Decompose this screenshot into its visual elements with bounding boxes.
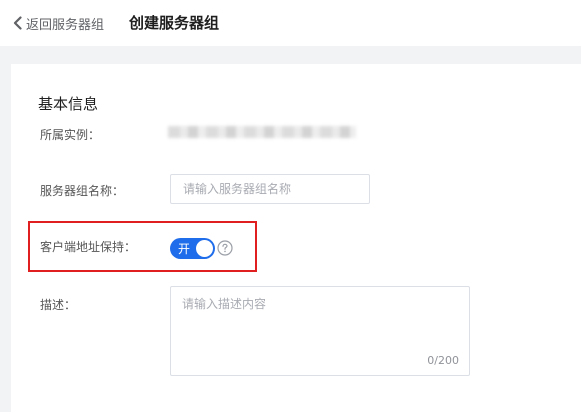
server-group-name-input[interactable] [170,174,370,204]
instance-label: 所属实例： [40,128,101,142]
section-title: 基本信息 [38,95,99,113]
top-bar: 返回服务器组 创建服务器组 [0,0,581,46]
switch-on-text: 开 [178,242,191,256]
back-link-label: 返回服务器组 [26,17,105,33]
instance-value-redacted [168,126,356,138]
description-field: 0/200 [170,286,470,376]
help-icon[interactable] [217,240,233,256]
client-ip-preserve-label: 客户端地址保持： [40,240,137,254]
description-char-counter: 0/200 [427,354,459,367]
chevron-left-icon [13,16,22,30]
form-card: 基本信息 所属实例： 服务器组名称： 客户端地址保持： 开 描述： 0/200 [11,64,581,412]
switch-knob [196,240,213,257]
client-ip-preserve-switch[interactable]: 开 [170,238,215,259]
back-link[interactable]: 返回服务器组 [12,13,104,33]
description-label: 描述： [40,298,77,312]
description-textarea[interactable] [171,287,469,375]
page-title: 创建服务器组 [129,14,220,32]
server-group-name-label: 服务器组名称： [40,184,125,198]
